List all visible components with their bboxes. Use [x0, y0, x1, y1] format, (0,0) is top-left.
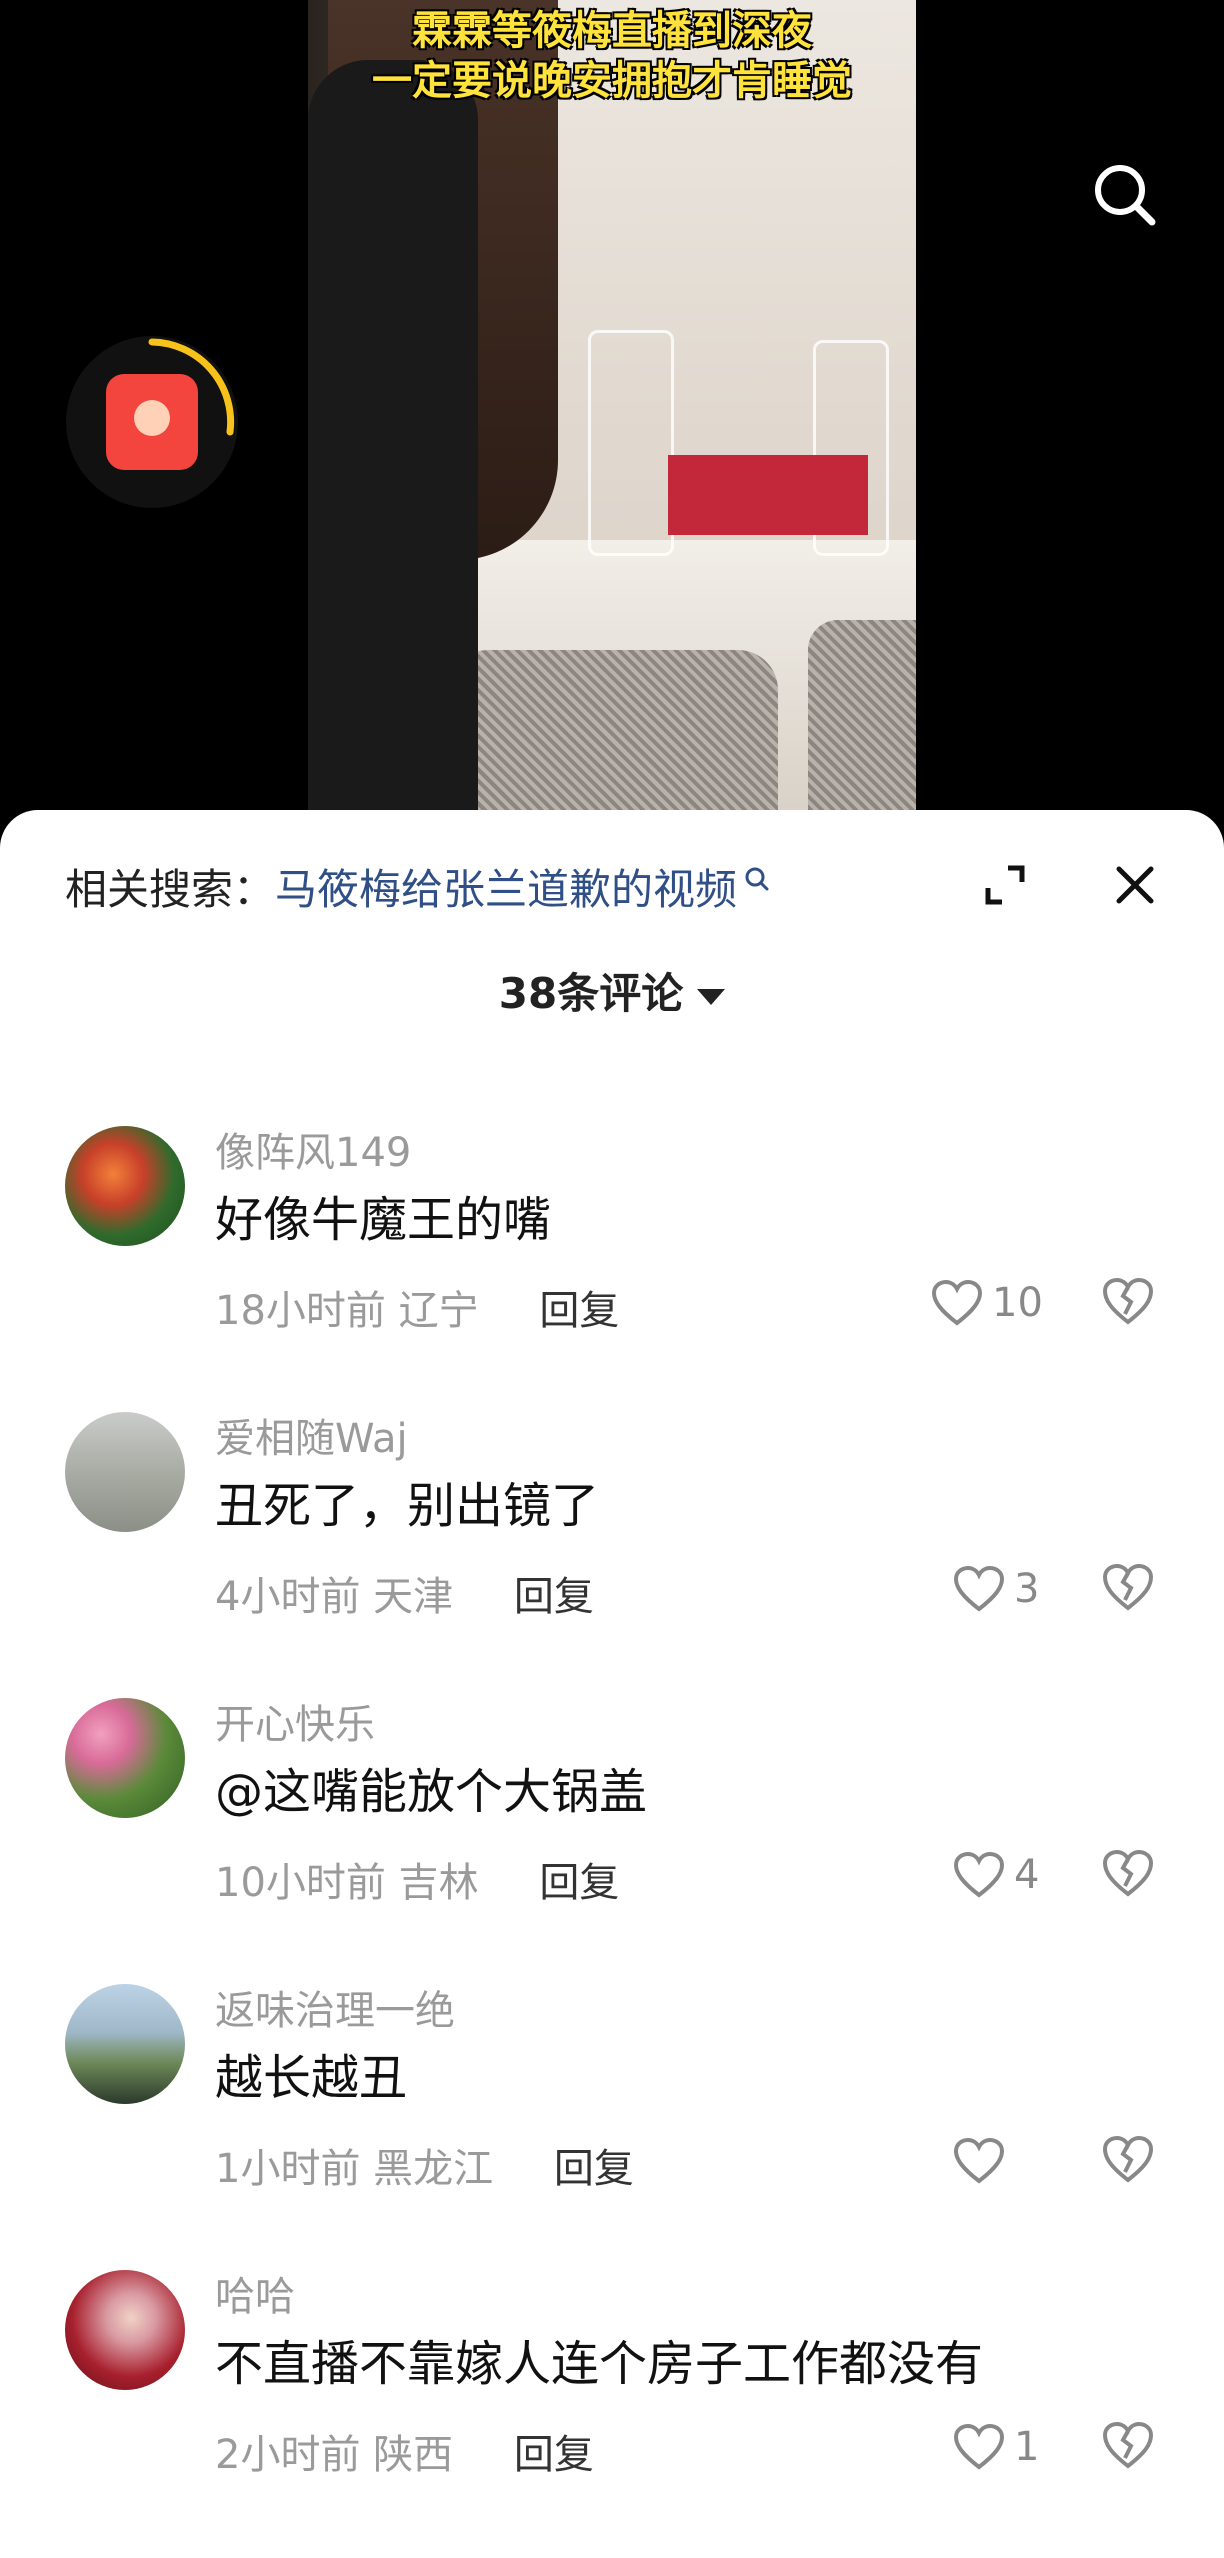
- like-button[interactable]: 3: [952, 1562, 1039, 1616]
- comment-meta: 1小时前 黑龙江 回复: [215, 2136, 634, 2194]
- reply-button[interactable]: 回复: [514, 1574, 594, 1620]
- expand-icon[interactable]: [980, 860, 1030, 910]
- avatar[interactable]: [65, 1126, 185, 1246]
- heart-icon: [931, 1279, 983, 1326]
- comment-meta: 4小时前 天津 回复: [215, 1564, 594, 1622]
- broken-heart-icon: [1102, 1563, 1154, 1611]
- comment-time: 18小时前: [215, 1288, 386, 1334]
- comment-item: 哈哈 不直播不靠嫁人连个房子工作都没有 2小时前 陕西 回复 1: [0, 2270, 1224, 2556]
- like-button[interactable]: 1: [952, 2420, 1039, 2474]
- comment-text: @这嘴能放个大锅盖: [215, 1764, 648, 1820]
- like-count: 10: [992, 1280, 1043, 1326]
- heart-icon: [953, 2137, 1005, 2184]
- video-frame[interactable]: 霖霖等筱梅直播到深夜 一定要说晚安拥抱才肯睡觉: [308, 0, 916, 810]
- avatar[interactable]: [65, 2270, 185, 2390]
- comment-meta: 2小时前 陕西 回复: [215, 2422, 594, 2480]
- video-caption-line2: 一定要说晚安拥抱才肯睡觉: [372, 58, 852, 104]
- comment-username[interactable]: 开心快乐: [215, 1692, 375, 1750]
- video-caption: 霖霖等筱梅直播到深夜 一定要说晚安拥抱才肯睡觉: [308, 6, 916, 106]
- video-player[interactable]: 霖霖等筱梅直播到深夜 一定要说晚安拥抱才肯睡觉: [0, 0, 1224, 810]
- broken-heart-icon: [1102, 1849, 1154, 1897]
- heart-icon: [953, 1565, 1005, 1612]
- comment-count-title[interactable]: 38条评论: [0, 960, 1224, 1021]
- reply-button[interactable]: 回复: [539, 1288, 619, 1334]
- video-person: [308, 60, 478, 810]
- dislike-button[interactable]: [1100, 1848, 1156, 1902]
- video-cushion: [448, 650, 778, 810]
- reply-button[interactable]: 回复: [514, 2432, 594, 2478]
- dislike-button[interactable]: [1100, 2134, 1156, 2188]
- comment-item: 开心快乐 @这嘴能放个大锅盖 10小时前 吉林 回复 4: [0, 1698, 1224, 1984]
- close-icon[interactable]: [1110, 860, 1160, 910]
- comment-count-label: 38条评论: [498, 969, 684, 1018]
- comment-item: 返味治理一绝 越长越丑 1小时前 黑龙江 回复: [0, 1984, 1224, 2270]
- like-count: 4: [1014, 1852, 1040, 1898]
- search-icon[interactable]: [1090, 160, 1160, 230]
- red-packet-icon: [106, 374, 198, 470]
- broken-heart-icon: [1102, 2421, 1154, 2469]
- avatar[interactable]: [65, 1698, 185, 1818]
- comment-meta: 10小时前 吉林 回复: [215, 1850, 619, 1908]
- related-search[interactable]: 相关搜索：马筱梅给张兰道歉的视频: [65, 856, 771, 917]
- comment-location: 吉林: [398, 1860, 479, 1906]
- video-cushion: [808, 620, 916, 810]
- comment-location: 天津: [373, 1574, 454, 1620]
- broken-heart-icon: [1102, 2135, 1154, 2183]
- dislike-button[interactable]: [1100, 1562, 1156, 1616]
- avatar[interactable]: [65, 1412, 185, 1532]
- comment-text: 不直播不靠嫁人连个房子工作都没有: [215, 2336, 984, 2392]
- comment-location: 黑龙江: [373, 2146, 494, 2192]
- video-candelabra: [588, 330, 674, 556]
- comment-time: 2小时前: [215, 2432, 361, 2478]
- comment-time: 10小时前: [215, 1860, 386, 1906]
- comment-time: 4小时前: [215, 1574, 361, 1620]
- avatar[interactable]: [65, 1984, 185, 2104]
- comment-location: 辽宁: [398, 1288, 479, 1334]
- comment-sheet: 相关搜索：马筱梅给张兰道歉的视频 38条评论 像阵风149 好像牛魔王的嘴 18…: [0, 810, 1224, 2558]
- caret-down-icon: [697, 988, 726, 1005]
- like-count: 1: [1014, 2424, 1040, 2470]
- comment-item: 爱相随Waj 丑死了，别出镜了 4小时前 天津 回复 3: [0, 1412, 1224, 1698]
- comment-username[interactable]: 像阵风149: [215, 1120, 411, 1178]
- comment-text: 越长越丑: [215, 2050, 408, 2106]
- comment-username[interactable]: 爱相随Waj: [215, 1406, 408, 1464]
- video-caption-line1: 霖霖等筱梅直播到深夜: [412, 8, 812, 54]
- related-search-query[interactable]: 马筱梅给张兰道歉的视频: [275, 865, 737, 914]
- like-button[interactable]: [952, 2134, 1014, 2188]
- heart-icon: [953, 1851, 1005, 1898]
- small-search-icon: [743, 860, 771, 909]
- like-count: 3: [1014, 1566, 1040, 1612]
- like-button[interactable]: 4: [952, 1848, 1039, 1902]
- heart-icon: [953, 2423, 1005, 2470]
- comment-username[interactable]: 返味治理一绝: [215, 1978, 455, 2036]
- comment-meta: 18小时前 辽宁 回复: [215, 1278, 619, 1336]
- comment-text: 好像牛魔王的嘴: [215, 1192, 552, 1248]
- red-packet-button[interactable]: [66, 336, 238, 508]
- comment-location: 陕西: [373, 2432, 454, 2478]
- dislike-button[interactable]: [1100, 1276, 1156, 1330]
- reply-button[interactable]: 回复: [554, 2146, 634, 2192]
- reply-button[interactable]: 回复: [539, 1860, 619, 1906]
- comment-item: 像阵风149 好像牛魔王的嘴 18小时前 辽宁 回复 10: [0, 1126, 1224, 1412]
- like-button[interactable]: 10: [930, 1276, 1043, 1330]
- video-photo-frames: [668, 455, 868, 535]
- comment-username[interactable]: 哈哈: [215, 2264, 295, 2322]
- broken-heart-icon: [1102, 1277, 1154, 1325]
- comment-text: 丑死了，别出镜了: [215, 1478, 600, 1534]
- dislike-button[interactable]: [1100, 2420, 1156, 2474]
- related-search-label: 相关搜索：: [65, 865, 276, 914]
- comment-time: 1小时前: [215, 2146, 361, 2192]
